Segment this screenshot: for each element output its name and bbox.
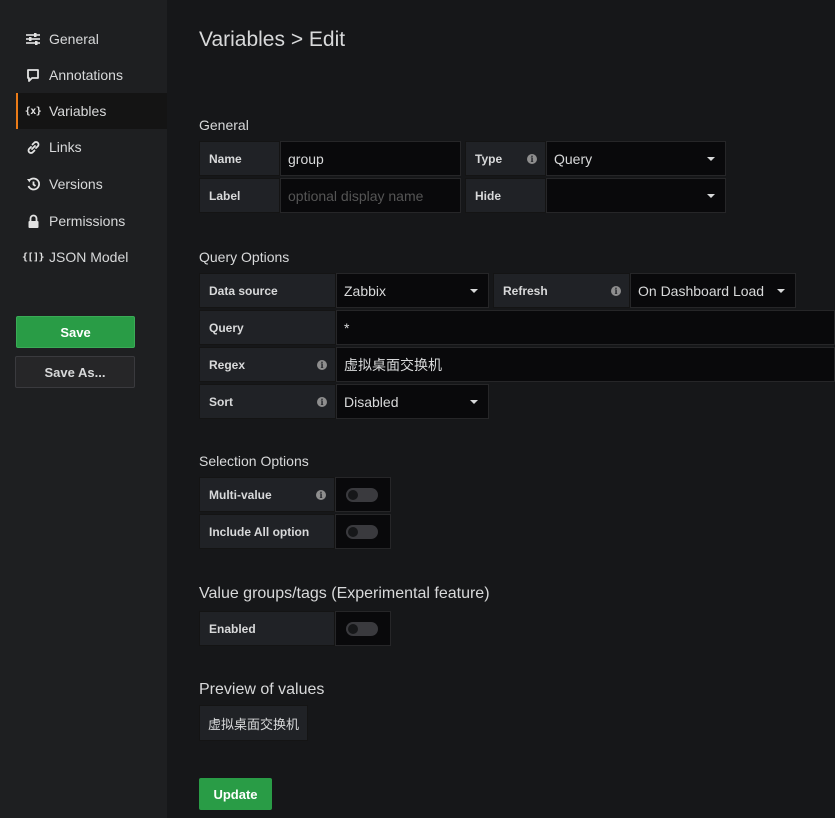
section-title-value-groups: Value groups/tags (Experimental feature) bbox=[199, 585, 490, 602]
type-label: Type i bbox=[465, 141, 546, 176]
multi-value-label: Multi-value i bbox=[199, 477, 335, 512]
refresh-label: Refresh i bbox=[493, 273, 630, 308]
hide-select[interactable] bbox=[546, 178, 726, 213]
include-all-label: Include All option bbox=[199, 514, 335, 549]
sidebar-item-general[interactable]: General bbox=[16, 21, 167, 57]
multi-value-label-text: Multi-value bbox=[209, 487, 272, 502]
save-button[interactable]: Save bbox=[16, 316, 135, 348]
sort-label: Sort i bbox=[199, 384, 336, 419]
info-icon: i bbox=[611, 285, 621, 296]
multi-value-switch-box bbox=[335, 477, 391, 512]
section-title-preview: Preview of values bbox=[199, 681, 325, 698]
sidebar-item-label: Permissions bbox=[49, 213, 126, 229]
enabled-switch[interactable] bbox=[346, 621, 378, 636]
sidebar-item-versions[interactable]: Versions bbox=[16, 166, 167, 202]
sidebar-item-label: Annotations bbox=[49, 67, 123, 83]
include-all-switch-box bbox=[335, 514, 391, 549]
chevron-down-icon bbox=[470, 288, 478, 293]
type-label-text: Type bbox=[475, 151, 503, 166]
regex-label-text: Regex bbox=[209, 357, 246, 372]
chevron-down-icon bbox=[470, 399, 478, 404]
sidebar: General Annotations {x} Variables Links … bbox=[0, 0, 167, 818]
sidebar-item-variables[interactable]: {x} Variables bbox=[16, 93, 167, 129]
link-icon bbox=[24, 138, 42, 156]
section-title-general: General bbox=[199, 117, 249, 133]
enabled-label: Enabled bbox=[199, 611, 335, 646]
section-title-selection-options: Selection Options bbox=[199, 453, 309, 469]
preview-value-tag: 虚拟桌面交换机 bbox=[199, 705, 309, 741]
sort-select[interactable]: Disabled bbox=[336, 384, 489, 419]
variable-icon: {x} bbox=[24, 105, 42, 117]
datasource-select-value: Zabbix bbox=[344, 282, 387, 299]
chevron-down-icon bbox=[707, 156, 715, 161]
chevron-down-icon bbox=[707, 193, 715, 198]
page-title: Variables > Edit bbox=[199, 28, 346, 51]
datasource-label: Data source bbox=[199, 273, 336, 308]
info-icon: i bbox=[317, 359, 327, 370]
sidebar-item-label: Variables bbox=[49, 103, 107, 119]
sidebar-item-json-model[interactable]: {[]} JSON Model bbox=[16, 239, 167, 275]
sliders-icon bbox=[24, 30, 42, 48]
regex-input[interactable]: 虚拟桌面交换机 bbox=[336, 347, 835, 382]
query-input[interactable]: * bbox=[336, 310, 835, 345]
chevron-down-icon bbox=[777, 288, 785, 293]
name-label: Name bbox=[199, 141, 280, 176]
sort-select-value: Disabled bbox=[344, 393, 399, 410]
label-label: Label bbox=[199, 178, 280, 213]
save-as-button[interactable]: Save As... bbox=[15, 356, 135, 388]
section-title-query-options: Query Options bbox=[199, 249, 290, 265]
hide-label: Hide bbox=[465, 178, 546, 213]
sidebar-item-label: Links bbox=[49, 139, 82, 155]
refresh-select-value: On Dashboard Load bbox=[638, 282, 765, 299]
refresh-label-text: Refresh bbox=[503, 283, 548, 298]
info-icon: i bbox=[316, 489, 326, 500]
type-select-value: Query bbox=[554, 150, 593, 167]
datasource-select[interactable]: Zabbix bbox=[336, 273, 489, 308]
query-label: Query bbox=[199, 310, 336, 345]
update-button[interactable]: Update bbox=[199, 778, 272, 810]
enabled-switch-box bbox=[335, 611, 391, 646]
label-input[interactable]: optional display name bbox=[280, 178, 461, 213]
multi-value-switch[interactable] bbox=[346, 487, 378, 502]
lock-icon bbox=[24, 212, 42, 230]
type-select[interactable]: Query bbox=[546, 141, 726, 176]
sort-label-text: Sort bbox=[209, 394, 233, 409]
json-icon: {[]} bbox=[21, 251, 45, 263]
sidebar-item-label: JSON Model bbox=[49, 249, 129, 265]
sidebar-item-label: General bbox=[49, 31, 99, 47]
sidebar-item-annotations[interactable]: Annotations bbox=[16, 57, 167, 93]
info-icon: i bbox=[317, 396, 327, 407]
comment-icon bbox=[24, 66, 42, 84]
sidebar-item-label: Versions bbox=[49, 176, 103, 192]
sidebar-item-links[interactable]: Links bbox=[16, 129, 167, 165]
name-input[interactable]: group bbox=[280, 141, 461, 176]
history-icon bbox=[24, 175, 42, 193]
info-icon: i bbox=[527, 153, 537, 164]
regex-label: Regex i bbox=[199, 347, 336, 382]
refresh-select[interactable]: On Dashboard Load bbox=[630, 273, 796, 308]
sidebar-item-permissions[interactable]: Permissions bbox=[16, 203, 167, 239]
include-all-switch[interactable] bbox=[346, 524, 378, 539]
